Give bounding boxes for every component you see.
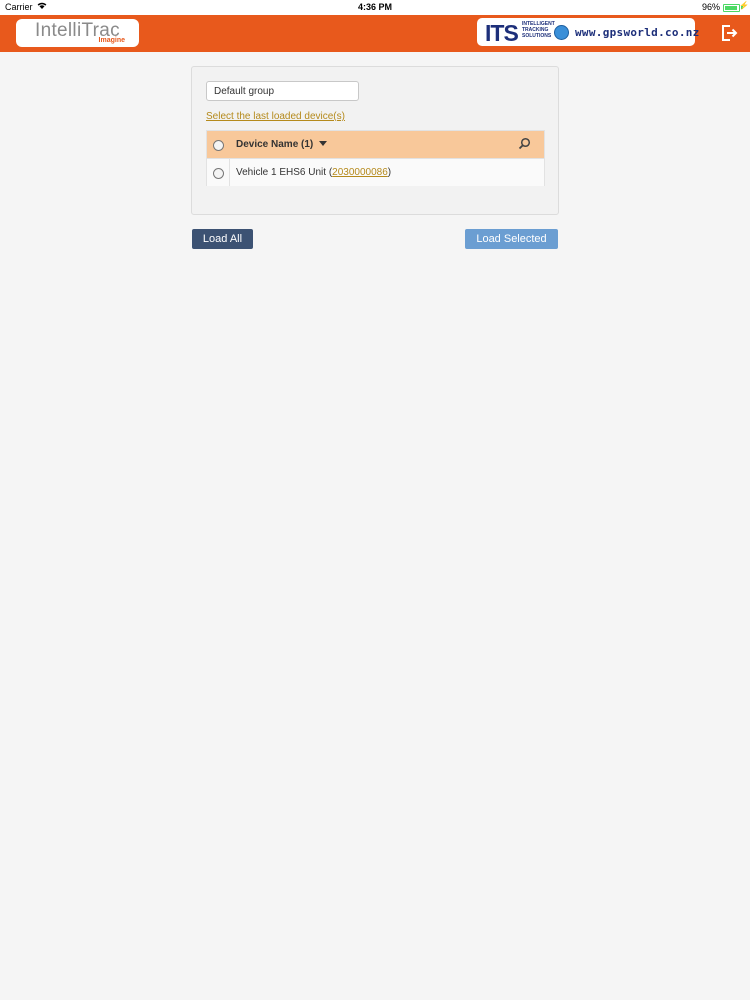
load-selected-button[interactable]: Load Selected <box>465 229 558 249</box>
charging-icon: ⚡ <box>739 1 749 10</box>
status-bar: Carrier 4:36 PM 96% ⚡ <box>0 0 750 15</box>
select-last-loaded-link[interactable]: Select the last loaded device(s) <box>206 111 345 122</box>
partner-website: www.gpsworld.co.nz <box>575 26 700 39</box>
battery-percent: 96% <box>701 2 720 12</box>
app-header: IntelliTrac Imagine ITS INTELLIGENT TRAC… <box>0 15 750 52</box>
partner-logo-subtitle: INTELLIGENT TRACKING SOLUTIONS <box>522 21 555 39</box>
device-name-suffix: ) <box>387 167 392 178</box>
row-checkbox[interactable] <box>213 168 224 179</box>
device-name-prefix: Vehicle 1 EHS6 Unit ( <box>236 167 333 178</box>
select-all-checkbox[interactable] <box>213 140 224 151</box>
table-row[interactable]: Vehicle 1 EHS6 Unit (2030000086) <box>207 158 544 186</box>
search-icon[interactable] <box>518 137 531 150</box>
load-all-button[interactable]: Load All <box>192 229 253 249</box>
clock: 4:36 PM <box>357 2 392 12</box>
device-name-cell: Vehicle 1 EHS6 Unit (2030000086) <box>236 167 391 178</box>
device-selection-panel: Default group Select the last loaded dev… <box>191 66 559 215</box>
intellitrac-logo: IntelliTrac Imagine <box>16 19 139 47</box>
battery-icon <box>723 4 740 12</box>
partner-logo-mark: ITS <box>485 20 519 46</box>
globe-icon <box>554 25 569 40</box>
logo-tagline: Imagine <box>98 37 125 44</box>
group-select[interactable]: Default group <box>206 81 359 101</box>
partner-logo: ITS INTELLIGENT TRACKING SOLUTIONS www.g… <box>477 18 699 46</box>
column-device-name[interactable]: Device Name (1) <box>236 139 313 150</box>
device-id-link[interactable]: 2030000086 <box>332 167 388 178</box>
logout-icon[interactable] <box>718 22 740 44</box>
row-checkbox-cell <box>207 159 230 186</box>
sort-down-icon[interactable] <box>319 141 327 146</box>
device-table: Device Name (1) Vehicle 1 EHS6 Unit (203… <box>206 130 545 186</box>
table-header: Device Name (1) <box>207 131 544 158</box>
